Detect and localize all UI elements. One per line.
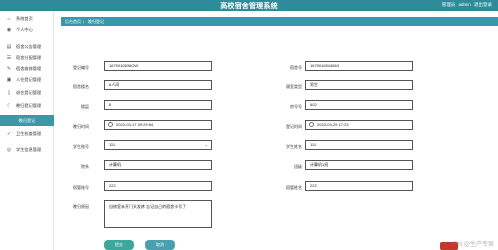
home-icon: ⌂ <box>7 15 11 22</box>
sidebar-item-label: 晚归登记管理 <box>16 102 42 108</box>
notice-icon: ▤ <box>6 43 12 50</box>
room-num-label: 房号号 <box>290 104 302 109</box>
main-content: 后台首页 / 晚归登记 登记编号 1679016536OW 宿舍号 167901… <box>55 11 498 250</box>
floor-label: 楼层 <box>81 104 89 109</box>
breadcrumb-home[interactable]: 后台首页 <box>65 19 81 25</box>
breadcrumb: 后台首页 / 晚归登记 <box>61 17 498 26</box>
floor-field[interactable]: 6 <box>104 100 212 110</box>
room-no-field[interactable]: 1679016544563 <box>305 61 413 71</box>
college-label: 院系 <box>81 164 89 169</box>
sidebar-item-label: 学生信息管理 <box>16 146 42 152</box>
app-title: 高校宿舍管理系统 <box>220 3 278 10</box>
register-time-picker[interactable]: 2023-03-29 17:23 <box>305 120 413 130</box>
student-name-field[interactable]: 111 <box>305 140 413 150</box>
sidebar-item-label: 宿舍维修管理 <box>16 65 42 71</box>
sidebar-item-checkout[interactable]: ▯ 退住登记管理 <box>0 87 54 98</box>
return-time-picker[interactable]: 2023-03-17 09:29:54 <box>104 120 212 130</box>
user-name: admin <box>458 2 471 7</box>
user-role: 管理员 <box>441 2 456 7</box>
return-time-label: 晚归时间 <box>73 124 89 129</box>
sidebar-item-repair[interactable]: ✎ 宿舍维修管理 <box>0 63 54 74</box>
sidebar-item-profile[interactable]: ◉ 个人中心 <box>0 24 54 35</box>
sidebar: ⌂ 系统首页 ◉ 个人中心 ▤ 宿舍公告管理 ☰ 宿舍分配管理 ✎ 宿舍维修管理… <box>0 11 54 250</box>
list-icon: ☰ <box>6 54 12 61</box>
student-no-label: 学生账号 <box>73 144 89 149</box>
class-label: 班级 <box>294 164 302 169</box>
watermark: CSDN @生产专家 <box>445 242 494 248</box>
room-type-field[interactable]: 男生 <box>305 80 413 90</box>
room-num-field[interactable]: 602 <box>305 100 413 110</box>
college-field[interactable]: 计算机 <box>104 160 212 170</box>
sidebar-item-late-return[interactable]: ☾ 晚归登记管理 <box>0 100 54 111</box>
reason-textarea[interactable]: 自修室未开门头发疼 忘记自己的宿舍卡号了 <box>104 200 212 228</box>
sidebar-item-students[interactable]: ◎ 学生信息管理 <box>0 144 54 155</box>
moon-icon: ☾ <box>6 102 12 109</box>
sidebar-item-label: 系统首页 <box>16 15 33 21</box>
user-icon: ◉ <box>6 26 12 33</box>
sidebar-item-hygiene[interactable]: ✓ 卫生检查管理 <box>0 128 54 139</box>
register-time-value: 2023-03-29 17:23 <box>317 122 349 127</box>
register-no-field[interactable]: 1679016536OW <box>104 61 212 71</box>
sidebar-item-notice[interactable]: ▤ 宿舍公告管理 <box>0 41 54 52</box>
user-area: 管理员 admin 退出登录 <box>440 2 492 8</box>
sidebar-item-label: 卫生检查管理 <box>16 130 42 136</box>
sidebar-item-label: 退住登记管理 <box>16 89 42 95</box>
cancel-button[interactable]: 取消 <box>145 240 175 250</box>
register-no-label: 登记编号 <box>73 65 89 70</box>
clipboard-icon: ▣ <box>6 76 12 83</box>
form-panel: 登记编号 1679016536OW 宿舍号 1679016544563 宿舍楼名… <box>57 28 493 250</box>
class-field[interactable]: 计算机1班 <box>305 160 413 170</box>
student-no-value: 111 <box>109 142 116 147</box>
return-time-value: 2023-03-17 09:29:54 <box>116 122 154 127</box>
dorm-admin-field[interactable]: 222 <box>104 181 212 191</box>
people-icon: ◎ <box>6 146 12 153</box>
sidebar-item-label: 宿舍公告管理 <box>16 43 42 49</box>
clock-icon <box>309 121 314 127</box>
dorm-admin-label: 宿管账号 <box>73 185 89 190</box>
dorm-admin-name-field[interactable]: 222 <box>305 181 413 191</box>
sidebar-item-label: 宿舍分配管理 <box>16 54 42 60</box>
door-icon: ▯ <box>7 89 11 96</box>
sidebar-item-late-register[interactable]: 晚归登记 <box>0 115 54 126</box>
sidebar-item-label: 个人中心 <box>16 26 33 32</box>
wrench-icon: ✎ <box>6 65 12 72</box>
room-type-label: 寝室类型 <box>286 84 302 89</box>
sidebar-item-label: 人住登记管理 <box>16 76 42 82</box>
student-no-select[interactable]: 111 ⌄ <box>104 140 212 150</box>
sidebar-item-allocation[interactable]: ☰ 宿舍分配管理 <box>0 52 54 63</box>
breadcrumb-separator: / <box>83 19 85 24</box>
top-bar: 高校宿舍管理系统 管理员 admin 退出登录 <box>0 0 498 11</box>
building-field[interactable]: 6人间 <box>104 80 212 90</box>
chevron-down-icon: ⌄ <box>204 142 208 147</box>
register-time-label: 登记时间 <box>286 124 302 129</box>
check-icon: ✓ <box>6 130 12 137</box>
logout-link[interactable]: 退出登录 <box>474 2 492 7</box>
sidebar-item-home[interactable]: ⌂ 系统首页 <box>0 13 54 24</box>
room-no-label: 宿舍号 <box>290 65 302 70</box>
dorm-admin-name-label: 宿管姓名 <box>286 185 302 190</box>
clock-icon <box>108 121 113 127</box>
breadcrumb-current: 晚归登记 <box>88 19 104 24</box>
submit-button[interactable]: 提交 <box>104 240 134 250</box>
reason-label: 晚归原因 <box>73 204 89 209</box>
sidebar-item-checkin[interactable]: ▣ 人住登记管理 <box>0 74 54 85</box>
student-name-label: 学生姓名 <box>286 144 302 149</box>
sidebar-item-label: 晚归登记 <box>18 117 36 123</box>
building-label: 宿舍楼名 <box>73 84 89 89</box>
